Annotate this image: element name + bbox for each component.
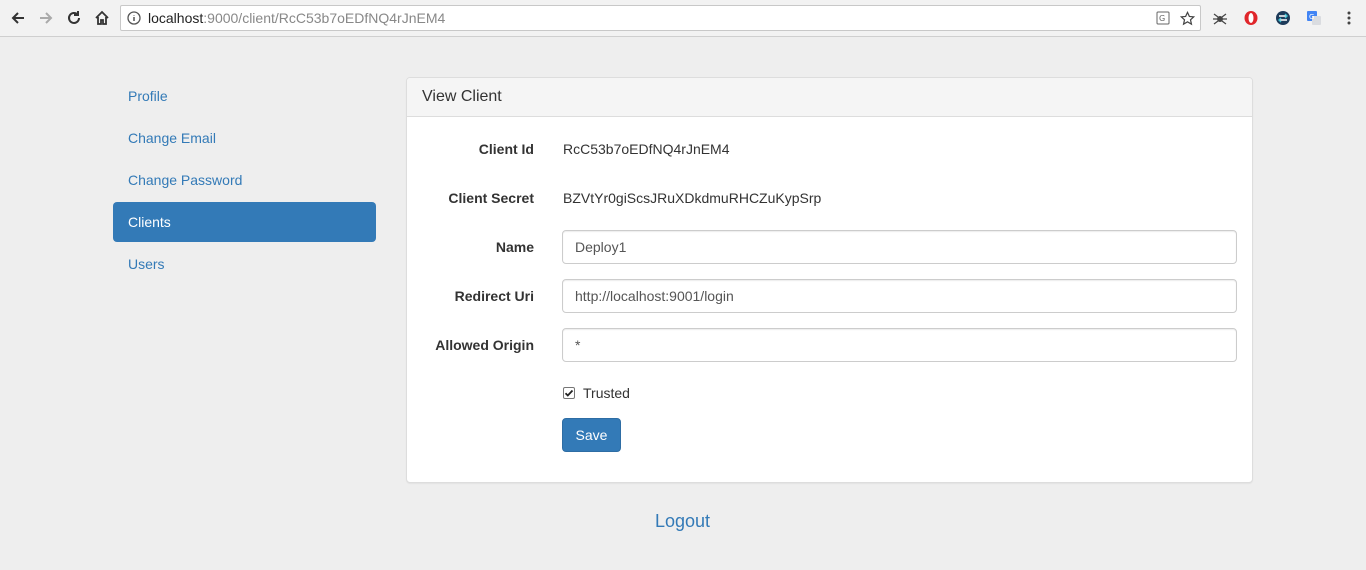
client-id-value: RcC53b7oEDfNQ4rJnEM4 [563,141,730,157]
star-icon[interactable] [1179,10,1195,26]
client-secret-label: Client Secret [448,190,534,206]
sidebar-item-clients[interactable]: Clients [113,202,376,242]
svg-text:G: G [1159,14,1165,23]
allowed-origin-input[interactable]: * [562,328,1237,362]
sidebar-item-profile[interactable]: Profile [113,76,376,116]
svg-text:G: G [1309,13,1314,21]
client-secret-value: BZVtYr0giScsJRuXDkdmuRHCZuKypSrp [563,190,822,206]
save-button[interactable]: Save [562,418,621,452]
browser-toolbar: localhost:9000/client/RcC53b7oEDfNQ4rJnE… [0,0,1366,37]
trusted-label[interactable]: Trusted [583,385,630,401]
name-input[interactable]: Deploy1 [562,230,1237,264]
check-icon [564,389,574,397]
reload-icon[interactable] [63,7,85,29]
menu-icon[interactable] [1340,9,1358,27]
sidebar-item-change-email[interactable]: Change Email [113,118,376,158]
back-icon[interactable] [7,7,29,29]
trusted-checkbox-group: Trusted [563,384,630,402]
logout-link[interactable]: Logout [655,511,710,532]
forward-icon[interactable] [35,7,57,29]
address-bar[interactable]: localhost:9000/client/RcC53b7oEDfNQ4rJnE… [120,5,1201,31]
client-id-label: Client Id [478,141,534,157]
redirect-uri-input[interactable]: http://localhost:9001/login [562,279,1237,313]
url-text: localhost:9000/client/RcC53b7oEDfNQ4rJnE… [148,10,446,26]
info-icon[interactable] [127,11,141,25]
ext-opera-icon[interactable] [1242,9,1260,27]
ext-translate-icon[interactable]: G [1305,9,1323,27]
client-secret-row: Client Secret BZVtYr0giScsJRuXDkdmuRHCZu… [407,181,1254,215]
redirect-uri-row: Redirect Uri http://localhost:9001/login [407,279,1254,313]
ext-spider-icon[interactable] [1211,9,1229,27]
translate-icon[interactable]: G [1155,10,1171,26]
sidebar-nav: Profile Change Email Change Password Cli… [113,76,376,286]
home-icon[interactable] [91,7,113,29]
trusted-checkbox[interactable] [563,387,575,399]
panel-title: View Client [407,78,1252,117]
allowed-origin-label: Allowed Origin [435,337,534,353]
redirect-uri-label: Redirect Uri [454,288,534,304]
client-id-row: Client Id RcC53b7oEDfNQ4rJnEM4 [407,132,1254,166]
ext-sync-icon[interactable] [1274,9,1292,27]
name-row: Name Deploy1 [407,230,1254,264]
view-client-panel: View Client Client Id RcC53b7oEDfNQ4rJnE… [406,77,1253,483]
allowed-origin-row: Allowed Origin * [407,328,1254,362]
name-label: Name [495,239,534,255]
sidebar-item-users[interactable]: Users [113,244,376,284]
sidebar-item-change-password[interactable]: Change Password [113,160,376,200]
